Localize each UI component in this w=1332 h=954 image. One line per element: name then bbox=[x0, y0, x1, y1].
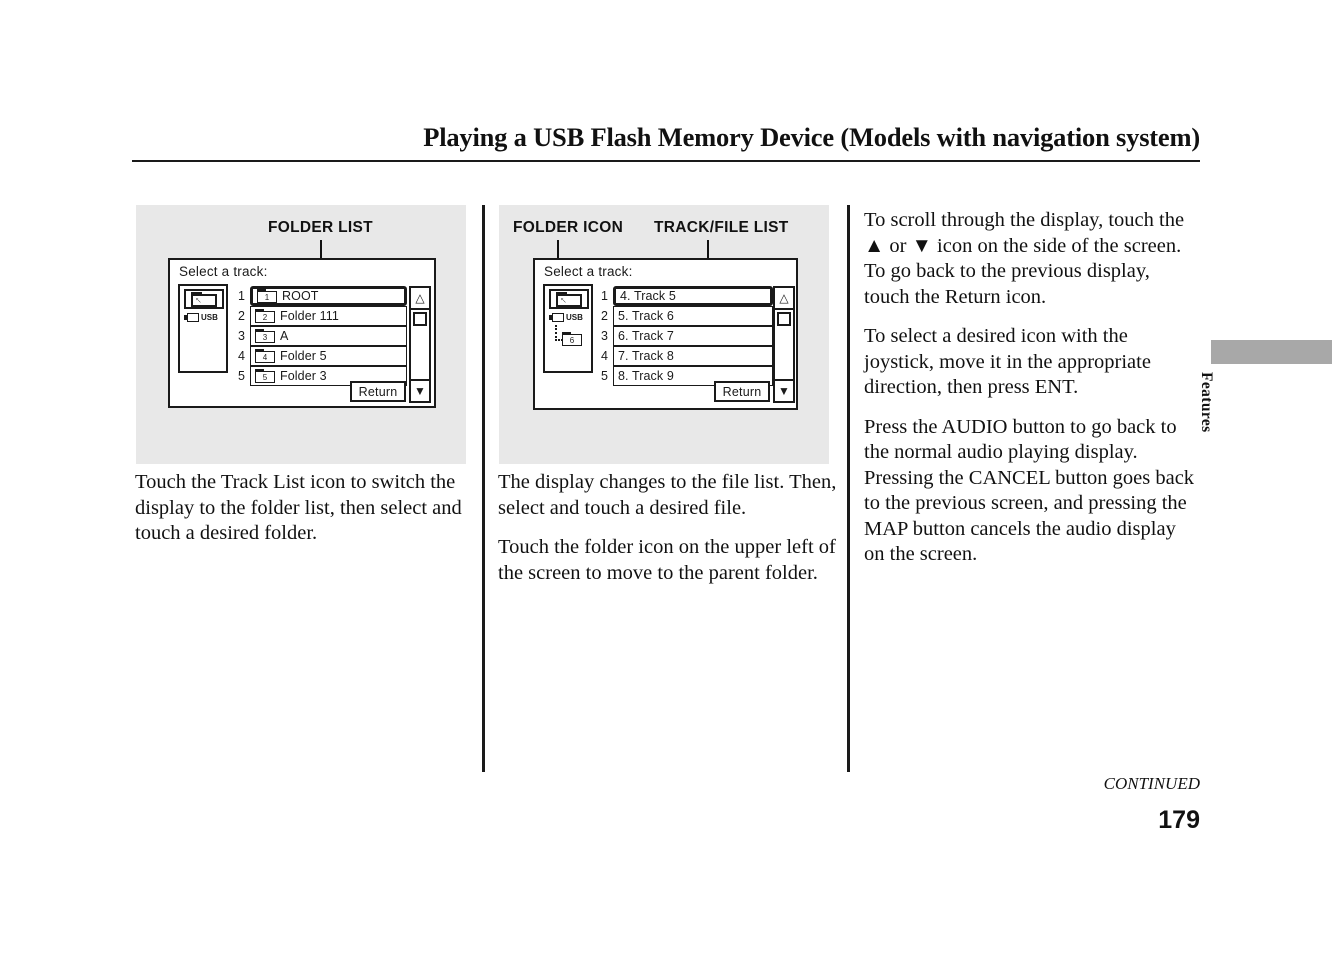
row-label: ROOT bbox=[282, 289, 319, 303]
paragraph: Touch the Track List icon to switch the … bbox=[135, 471, 462, 544]
usb-device-entry[interactable]: USB bbox=[184, 313, 218, 322]
callout-folder-icon: FOLDER ICON bbox=[513, 219, 624, 236]
row-label: Folder 3 bbox=[280, 369, 327, 383]
usb-drive-icon bbox=[184, 313, 199, 322]
row-index: 2 bbox=[238, 309, 245, 323]
device-sidebar-track-list: ↑ USB 6 bbox=[543, 284, 593, 373]
screen-title-select-track: Select a track: bbox=[179, 264, 268, 279]
folder-icon-number: 6 bbox=[569, 335, 575, 345]
screen-title-select-track: Select a track: bbox=[544, 264, 633, 279]
scroll-up-icon[interactable]: △ bbox=[775, 288, 793, 310]
row-content[interactable]: 4 Folder 5 bbox=[250, 346, 407, 366]
current-folder-entry[interactable]: 6 bbox=[562, 332, 582, 350]
folder-icon-number: 1 bbox=[264, 292, 270, 302]
row-label: 5. Track 6 bbox=[618, 309, 674, 323]
paragraph: To select a desired icon with the joysti… bbox=[864, 325, 1151, 398]
list-item[interactable]: 2 5. Track 6 bbox=[595, 306, 773, 326]
list-item[interactable]: 1 4. Track 5 bbox=[595, 286, 773, 306]
folder-icon-number: 3 bbox=[262, 332, 268, 342]
return-button[interactable]: Return bbox=[714, 381, 770, 402]
header-divider-rule bbox=[132, 160, 1200, 162]
parent-folder-button[interactable]: ↑ bbox=[184, 289, 224, 309]
folder-icon: 5 bbox=[255, 369, 275, 383]
row-index: 2 bbox=[601, 309, 608, 323]
row-label: 6. Track 7 bbox=[618, 329, 674, 343]
row-content[interactable]: 7. Track 8 bbox=[613, 346, 773, 366]
folder-icon-number: 2 bbox=[262, 312, 268, 322]
scrollbar[interactable]: △ ▼ bbox=[773, 286, 795, 403]
paragraph: The display changes to the file list. Th… bbox=[498, 471, 837, 519]
body-column-3: To scroll through the display, touch the… bbox=[864, 208, 1196, 568]
usb-device-entry[interactable]: USB bbox=[549, 313, 583, 322]
scrollbar-thumb[interactable] bbox=[777, 312, 791, 326]
scroll-up-icon[interactable]: △ bbox=[411, 288, 429, 310]
nav-screen-folder-list: Select a track: ↑ USB 1 1 ROOT 2 2 Folde… bbox=[168, 258, 436, 408]
list-item[interactable]: 4 4 Folder 5 bbox=[232, 346, 407, 366]
row-label: Folder 5 bbox=[280, 349, 327, 363]
usb-device-label: USB bbox=[566, 313, 583, 322]
row-index: 5 bbox=[601, 369, 608, 383]
body-column-1: Touch the Track List icon to switch the … bbox=[135, 470, 465, 547]
row-index: 3 bbox=[238, 329, 245, 343]
folder-icon: 3 bbox=[255, 329, 275, 343]
column-divider-1 bbox=[482, 205, 485, 772]
row-label: 7. Track 8 bbox=[618, 349, 674, 363]
section-edge-tab bbox=[1211, 340, 1332, 364]
folder-icon-number: 4 bbox=[262, 352, 268, 362]
folder-icon: 4 bbox=[255, 349, 275, 363]
usb-drive-icon bbox=[549, 313, 564, 322]
parent-folder-button[interactable]: ↑ bbox=[549, 289, 589, 309]
row-content[interactable]: 1 ROOT bbox=[250, 286, 407, 306]
folder-up-icon: ↑ bbox=[556, 291, 582, 307]
page-number: 179 bbox=[1158, 806, 1200, 834]
folder-up-icon: ↑ bbox=[191, 291, 217, 307]
page-title: Playing a USB Flash Memory Device (Model… bbox=[423, 122, 1200, 152]
row-index: 4 bbox=[238, 349, 245, 363]
track-file-list: 1 4. Track 5 2 5. Track 6 3 6. Track 7 4… bbox=[595, 286, 773, 386]
row-label: Folder 111 bbox=[280, 309, 339, 323]
usb-device-label: USB bbox=[201, 313, 218, 322]
paragraph: Press the AUDIO button to go back to the… bbox=[864, 415, 1195, 566]
folder-list: 1 1 ROOT 2 2 Folder 111 3 3 A 4 4 Folder… bbox=[232, 286, 407, 386]
return-button[interactable]: Return bbox=[350, 381, 406, 402]
row-index: 5 bbox=[238, 369, 245, 383]
nav-screen-track-list: Select a track: ↑ USB 6 1 4. Track 5 2 5… bbox=[533, 258, 798, 410]
row-content[interactable]: 2 Folder 111 bbox=[250, 306, 407, 326]
row-index: 1 bbox=[601, 289, 608, 303]
row-index: 3 bbox=[601, 329, 608, 343]
scroll-down-icon[interactable]: ▼ bbox=[411, 379, 429, 401]
row-index: 1 bbox=[238, 289, 245, 303]
device-sidebar-folder-list: ↑ USB bbox=[178, 284, 228, 373]
row-index: 4 bbox=[601, 349, 608, 363]
list-item[interactable]: 3 3 A bbox=[232, 326, 407, 346]
section-name-features: Features bbox=[1198, 372, 1215, 433]
list-item[interactable]: 1 1 ROOT bbox=[232, 286, 407, 306]
folder-icon-number: 5 bbox=[262, 372, 268, 382]
paragraph: Touch the folder icon on the upper left … bbox=[498, 536, 836, 584]
row-content[interactable]: 5. Track 6 bbox=[613, 306, 773, 326]
callout-track-file-list: TRACK/FILE LIST bbox=[654, 219, 789, 236]
row-content[interactable]: 3 A bbox=[250, 326, 407, 346]
row-label: 4. Track 5 bbox=[620, 289, 676, 303]
folder-icon: 2 bbox=[255, 309, 275, 323]
callout-folder-list: FOLDER LIST bbox=[268, 219, 373, 236]
column-divider-2 bbox=[847, 205, 850, 772]
continued-label: CONTINUED bbox=[1103, 774, 1200, 793]
folder-icon: 1 bbox=[257, 289, 277, 303]
scroll-down-icon[interactable]: ▼ bbox=[775, 379, 793, 401]
list-item[interactable]: 2 2 Folder 111 bbox=[232, 306, 407, 326]
row-content[interactable]: 6. Track 7 bbox=[613, 326, 773, 346]
list-item[interactable]: 3 6. Track 7 bbox=[595, 326, 773, 346]
paragraph: To scroll through the display, touch the… bbox=[864, 209, 1185, 308]
row-label: A bbox=[280, 329, 289, 343]
list-item[interactable]: 4 7. Track 8 bbox=[595, 346, 773, 366]
scrollbar[interactable]: △ ▼ bbox=[409, 286, 431, 403]
row-label: 8. Track 9 bbox=[618, 369, 674, 383]
row-content[interactable]: 4. Track 5 bbox=[613, 286, 773, 306]
scrollbar-thumb[interactable] bbox=[413, 312, 427, 326]
body-column-2: The display changes to the file list. Th… bbox=[498, 470, 838, 586]
